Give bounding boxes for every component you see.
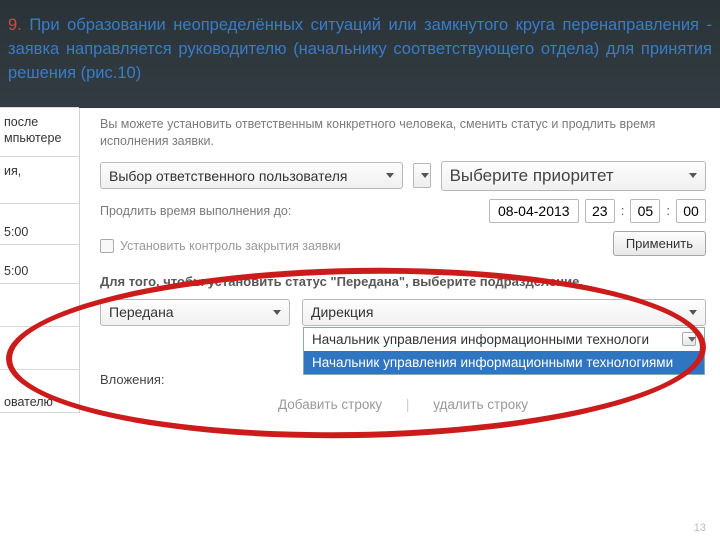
divider: | xyxy=(396,397,420,412)
extend-label: Продлить время выполнения до: xyxy=(100,204,291,218)
left-cell: после мпьютере xyxy=(0,107,79,157)
intro-text: Вы можете установить ответственным конкр… xyxy=(100,116,706,151)
status-hint: Для того, чтобы установить статус "Перед… xyxy=(100,274,706,289)
second-input[interactable] xyxy=(676,199,706,223)
left-cell: ователю xyxy=(0,369,79,413)
delete-row-link[interactable]: удалить строку xyxy=(423,397,538,412)
responsible-value: Выбор ответственного пользователя xyxy=(109,168,348,184)
slide-number: 9. xyxy=(8,16,22,34)
slide-header: 9. При образовании неопределённых ситуац… xyxy=(0,0,720,108)
responsible-extra-button[interactable] xyxy=(413,163,431,188)
app-content: после мпьютере ия, 5:00 5:00 ователю Вы … xyxy=(0,108,720,413)
left-cell: 5:00 xyxy=(0,203,79,245)
add-row-link[interactable]: Добавить строку xyxy=(268,397,392,412)
left-cell: 5:00 xyxy=(0,244,79,284)
chevron-down-icon xyxy=(689,173,697,178)
time-sep: : xyxy=(666,203,670,218)
priority-select[interactable]: Выберите приоритет xyxy=(441,161,706,191)
department-option-label: Начальник управления информационными тех… xyxy=(312,355,673,370)
department-option[interactable]: Начальник управления информационными тех… xyxy=(304,328,704,351)
control-checkbox[interactable] xyxy=(100,239,114,253)
responsible-select[interactable]: Выбор ответственного пользователя xyxy=(100,162,403,189)
hour-input[interactable] xyxy=(585,199,615,223)
row-actions: Добавить строку | удалить строку xyxy=(100,397,706,412)
control-label: Установить контроль закрытия заявки xyxy=(120,239,341,253)
department-dropdown: Начальник управления информационными тех… xyxy=(303,327,705,375)
minute-input[interactable] xyxy=(630,199,660,223)
left-cell xyxy=(0,283,79,327)
chevron-down-icon xyxy=(689,310,697,315)
left-cell xyxy=(0,326,79,370)
department-value: Дирекция xyxy=(311,304,373,320)
status-select[interactable]: Передана xyxy=(100,299,290,326)
slide-text: При образовании неопределённых ситуаций … xyxy=(8,16,712,82)
chevron-down-icon xyxy=(273,310,281,315)
department-option-selected[interactable]: Начальник управления информационными тех… xyxy=(304,351,704,374)
time-sep: : xyxy=(621,203,625,218)
department-option-label: Начальник управления информационными тех… xyxy=(312,332,649,347)
priority-value: Выберите приоритет xyxy=(450,166,614,186)
chevron-down-icon xyxy=(421,173,429,178)
chevron-down-icon xyxy=(386,173,394,178)
left-cell: ия, xyxy=(0,156,79,204)
left-column: после мпьютере ия, 5:00 5:00 ователю xyxy=(0,108,80,413)
page-number: 13 xyxy=(694,522,706,534)
chevron-down-icon xyxy=(682,332,696,346)
form-area: Вы можете установить ответственным конкр… xyxy=(80,108,720,413)
date-input[interactable] xyxy=(489,199,579,223)
apply-button[interactable]: Применить xyxy=(613,231,706,256)
department-select[interactable]: Дирекция Начальник управления информацио… xyxy=(302,299,706,326)
status-value: Передана xyxy=(109,304,174,320)
